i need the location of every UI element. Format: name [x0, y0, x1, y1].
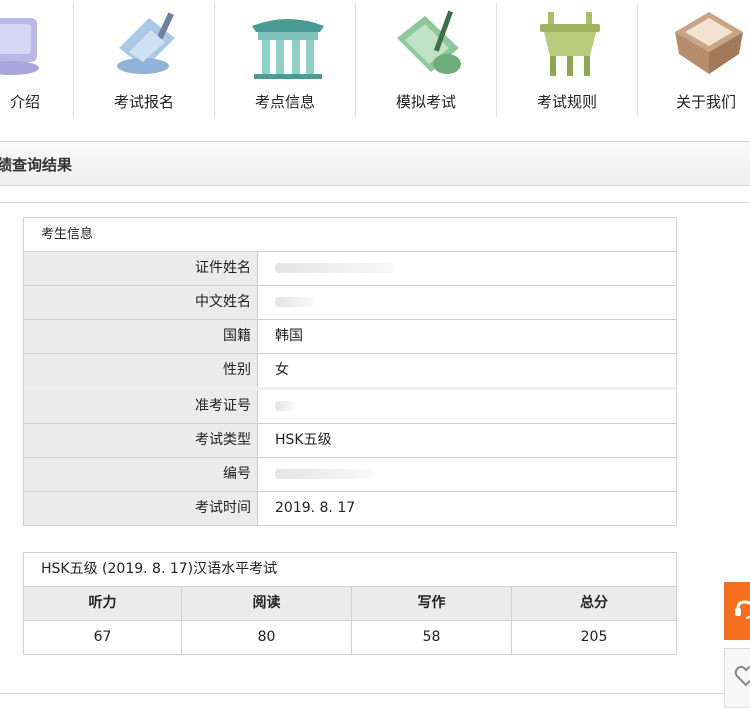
table-row: 中文姓名 — [24, 286, 676, 320]
row-value: 女 — [275, 362, 289, 378]
table-row: 考试类型 HSK五级 — [24, 424, 676, 458]
nav-label: 介绍 — [9, 93, 40, 111]
score-total: 205 — [580, 629, 608, 645]
redacted-value — [275, 469, 375, 479]
row-label: 考试类型 — [24, 424, 258, 457]
header-writing: 写作 — [352, 587, 512, 620]
bronze-ding-icon — [540, 12, 600, 76]
nav-item-registration[interactable]: 考试报名 — [74, 0, 214, 120]
score-reading: 80 — [182, 621, 352, 654]
nav-item-intro[interactable]: 介绍 — [0, 0, 72, 120]
score-table: HSK五级 (2019. 8. 17)汉语水平考试 听力 阅读 写作 总分 67… — [23, 552, 677, 655]
score-values-row: 67 80 58 205 — [24, 621, 676, 654]
row-label: 考试时间 — [24, 492, 258, 525]
redacted-value — [275, 401, 295, 411]
candidate-info-table: 考生信息 证件姓名 中文姓名 国籍 韩国 性别 女 准考证号 考试类型 HSK五… — [23, 217, 677, 526]
row-label: 国籍 — [24, 320, 258, 353]
score-header-row: 听力 阅读 写作 总分 — [24, 587, 676, 621]
nav-label: 关于我们 — [675, 93, 736, 111]
row-label: 性别 — [24, 354, 258, 387]
row-label: 中文姓名 — [24, 286, 258, 319]
nav-item-exam-rules[interactable]: 考试规则 — [497, 0, 637, 120]
row-value-redacted — [258, 458, 676, 491]
nav-label: 考试报名 — [113, 93, 174, 111]
row-label: 编号 — [24, 458, 258, 491]
scroll-icon — [0, 18, 39, 75]
top-nav: 介绍 考试报名 考点信息 模拟考试 考试规则 关于我们 — [0, 0, 750, 126]
jade-seal-icon — [675, 12, 743, 74]
table-row: 考试时间 2019. 8. 17 — [24, 492, 676, 525]
pavilion-icon — [252, 19, 324, 79]
row-value: 韩国 — [275, 328, 303, 344]
row-label: 准考证号 — [24, 390, 258, 423]
scroll-brush-icon — [117, 12, 175, 74]
row-value-redacted — [258, 390, 676, 423]
redacted-value — [275, 297, 315, 307]
table-row: 准考证号 — [24, 390, 676, 424]
nav-label: 考试规则 — [536, 93, 597, 111]
nav-label: 模拟考试 — [395, 93, 456, 111]
row-label: 证件姓名 — [24, 252, 258, 285]
header-reading: 阅读 — [182, 587, 352, 620]
nav-item-mock-exam[interactable]: 模拟考试 — [356, 0, 496, 120]
row-value-redacted — [258, 286, 676, 319]
nav-item-about-us[interactable]: 关于我们 — [636, 0, 750, 120]
heart-chat-icon — [734, 665, 750, 687]
section-title: 考生信息 — [24, 218, 676, 252]
score-writing: 58 — [352, 621, 512, 654]
header-listening: 听力 — [24, 587, 182, 620]
phone-contact-button[interactable] — [724, 582, 750, 640]
feedback-button[interactable] — [724, 648, 750, 708]
header-total: 总分 — [580, 595, 608, 611]
score-listening: 67 — [24, 621, 182, 654]
redacted-value — [275, 263, 395, 273]
row-value-redacted — [258, 252, 676, 285]
nav-label: 考点信息 — [254, 93, 315, 111]
row-value: 2019. 8. 17 — [275, 500, 356, 516]
phone-icon — [735, 600, 750, 619]
score-table-title: HSK五级 (2019. 8. 17)汉语水平考试 — [24, 553, 676, 587]
table-row: 编号 — [24, 458, 676, 492]
page-title: 成绩查询结果 — [0, 156, 73, 174]
table-row: 证件姓名 — [24, 252, 676, 286]
scroll-pen-icon — [397, 10, 461, 74]
table-row: 性别 女 — [24, 354, 676, 390]
nav-item-test-centers[interactable]: 考点信息 — [215, 0, 355, 120]
page-title-bar: 成绩查询结果 — [0, 141, 750, 186]
row-value: HSK五级 — [275, 432, 332, 448]
table-row: 国籍 韩国 — [24, 320, 676, 354]
